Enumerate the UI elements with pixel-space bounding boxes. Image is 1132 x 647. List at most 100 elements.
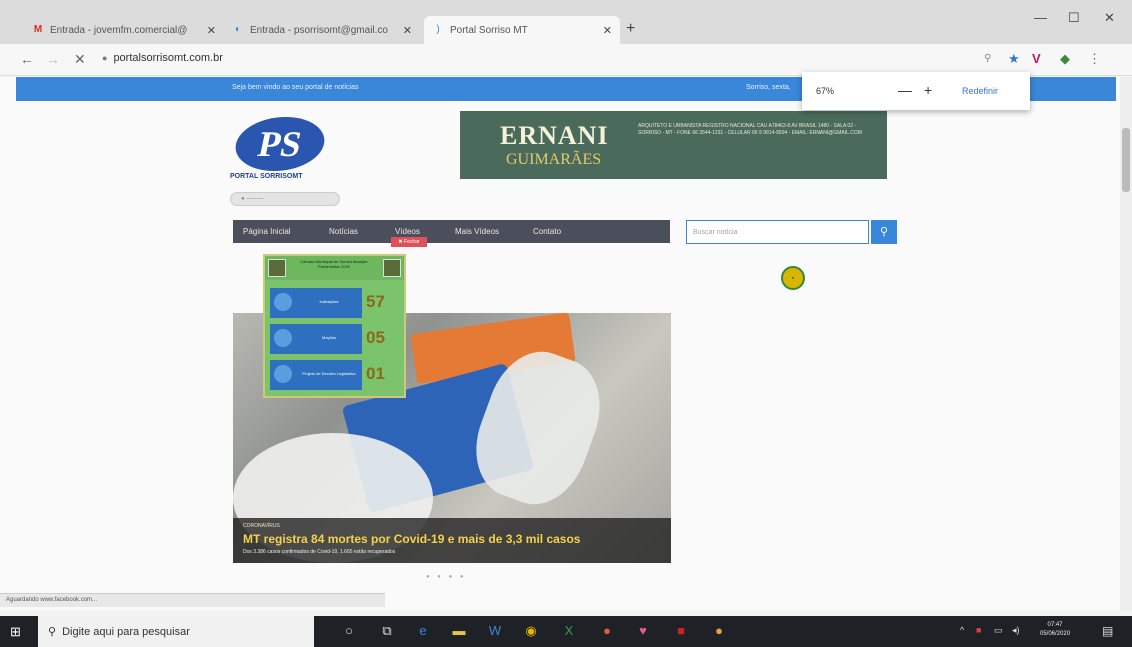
close-widget-label: Fechar: [404, 239, 420, 245]
seal-badge-icon[interactable]: ●: [781, 266, 805, 290]
widget-row-label: Moções: [321, 335, 336, 340]
feature-headline[interactable]: MT registra 84 mortes por Covid-19 e mai…: [243, 532, 580, 546]
widget-row-label-box: Indicações: [270, 288, 362, 318]
widget-row: Moções 05: [270, 324, 398, 354]
app-icon[interactable]: ●: [710, 623, 728, 638]
nav-more-videos[interactable]: Mais Vídeos: [455, 227, 499, 236]
web-page: Seja bem vindo ao seu portal de notícias…: [0, 77, 1120, 610]
logo-name: PORTAL SORRISOMT: [230, 173, 303, 180]
site-logo[interactable]: PS PORTAL SORRISOMT: [230, 117, 330, 185]
council-widget[interactable]: Câmara Municipal de Sorriso Atuação Parl…: [263, 254, 406, 398]
feature-caption[interactable]: CORONAVÍRUS MT registra 84 mortes por Co…: [233, 518, 671, 563]
widget-header: Câmara Municipal de Sorriso Atuação Parl…: [265, 256, 404, 280]
maximize-icon[interactable]: ☐: [1068, 10, 1080, 26]
extension-icon[interactable]: ◆: [1060, 51, 1070, 67]
close-widget-button[interactable]: ✖ Fechar: [391, 237, 427, 247]
status-bar: Aguardando www.facebook.com...: [0, 593, 385, 607]
zoom-magnifier-icon[interactable]: ⚲: [984, 53, 991, 64]
carousel-dots[interactable]: ● ● ● ●: [426, 574, 467, 580]
file-explorer-icon[interactable]: ▬: [450, 623, 468, 638]
motion-icon: [274, 329, 292, 347]
date-text: Sorriso, sexta,: [746, 84, 791, 91]
close-tab-icon[interactable]: ✕: [603, 24, 612, 37]
widget-row-value: 01: [366, 364, 385, 383]
tab-portal-sorriso[interactable]: ) Portal Sorriso MT ✕: [424, 16, 620, 44]
search-button[interactable]: ⚲: [871, 220, 897, 244]
gmail-icon: M: [33, 24, 43, 35]
chrome-icon: ◐: [234, 24, 242, 35]
widget-row-label: Projeto de Decreto Legislativo: [302, 371, 356, 376]
app-icon[interactable]: ●: [598, 623, 616, 638]
network-icon[interactable]: ▭: [994, 625, 1003, 636]
nav-contact[interactable]: Contato: [533, 227, 561, 236]
tab-label: Entrada - jovemfm.comercial@: [50, 24, 188, 36]
nav-videos[interactable]: Vídeos: [395, 227, 420, 236]
tray-chevron-icon[interactable]: ^: [960, 625, 964, 635]
taskbar-search-placeholder: Digite aqui para pesquisar: [62, 626, 190, 638]
zoom-popup: 67% — + Redefinir: [802, 72, 1030, 110]
cortana-icon[interactable]: ○: [340, 623, 358, 638]
search-icon: ⚲: [48, 626, 57, 638]
document-icon: [274, 365, 292, 383]
widget-row-value: 57: [366, 292, 385, 311]
welcome-text: Seja bem vindo ao seu portal de notícias: [232, 84, 359, 91]
window-close-icon[interactable]: ✕: [1104, 10, 1115, 26]
widget-row: Indicações 57: [270, 288, 398, 318]
feature-category: CORONAVÍRUS: [243, 523, 280, 529]
tab-gmail-2[interactable]: ◐ Entrada - psorrisomt@gmail.co ✕: [224, 16, 420, 44]
ad-details: ARQUITETO E URBANISTA REGISTRO NACIONAL …: [638, 123, 862, 136]
language-selector[interactable]: ● ────: [230, 192, 340, 206]
tab-gmail-1[interactable]: M Entrada - jovemfm.comercial@ ✕: [24, 16, 224, 44]
lock-icon: ●: [102, 53, 108, 63]
taskbar-search-input[interactable]: ⚲ Digite aqui para pesquisar: [38, 616, 314, 647]
bookmark-star-icon[interactable]: ★: [1008, 51, 1020, 67]
zoom-reset-button[interactable]: Redefinir: [962, 86, 998, 96]
hand-icon: [274, 293, 292, 311]
clock-date: 05/06/2020: [1040, 631, 1071, 637]
notification-icon[interactable]: ▤: [1102, 624, 1113, 638]
widget-row: Projeto de Decreto Legislativo 01: [270, 360, 398, 390]
widget-row-label-box: Projeto de Decreto Legislativo: [270, 360, 362, 390]
ad-banner[interactable]: ERNANI GUIMARÃES ARQUITETO E URBANISTA R…: [460, 111, 887, 179]
avatar: [383, 259, 401, 277]
forward-icon[interactable]: →: [46, 51, 60, 67]
zoom-out-button[interactable]: —: [898, 82, 912, 98]
windows-start-icon[interactable]: ⊞: [10, 624, 21, 640]
tray-app-icon[interactable]: ■: [976, 625, 981, 635]
system-clock[interactable]: 07:47 05/06/2020: [1040, 621, 1070, 639]
url-text: portalsorrisomt.com.br: [113, 52, 223, 64]
zoom-level: 67%: [816, 86, 835, 96]
volume-icon[interactable]: ◂): [1012, 625, 1020, 636]
widget-title: Câmara Municipal de Sorriso Atuação Parl…: [300, 259, 368, 269]
feature-subtitle: Dos 3.386 casos confirmados de Covid-19,…: [243, 549, 396, 555]
stop-loading-icon[interactable]: ✕: [74, 51, 86, 68]
back-icon[interactable]: ←: [20, 51, 34, 67]
extension-vh-icon[interactable]: V: [1032, 51, 1041, 66]
ad-title: ERNANI: [500, 121, 609, 150]
zoom-in-button[interactable]: +: [924, 82, 932, 98]
menu-kebab-icon[interactable]: ⋮: [1088, 51, 1101, 67]
nav-news[interactable]: Notícias: [329, 227, 358, 236]
nav-home[interactable]: Página Inicial: [243, 227, 291, 236]
loading-icon: ): [436, 24, 440, 35]
widget-row-value: 05: [366, 328, 385, 347]
excel-icon[interactable]: X: [560, 623, 578, 638]
tab-label: Entrada - psorrisomt@gmail.co: [250, 24, 388, 36]
browser-tab-strip: M Entrada - jovemfm.comercial@ ✕ ◐ Entra…: [0, 0, 1132, 44]
widget-row-label: Indicações: [319, 299, 339, 304]
minimize-icon[interactable]: —: [1034, 10, 1047, 25]
new-tab-button[interactable]: +: [626, 20, 635, 38]
url-field[interactable]: ● portalsorrisomt.com.br: [102, 52, 223, 64]
clock-time: 07:47: [1047, 622, 1063, 628]
app-icon[interactable]: ■: [672, 623, 690, 638]
close-tab-icon[interactable]: ✕: [403, 24, 412, 37]
edge-icon[interactable]: e: [414, 623, 432, 638]
word-icon[interactable]: W: [486, 623, 504, 638]
close-tab-icon[interactable]: ✕: [207, 24, 216, 37]
app-icon[interactable]: ♥: [634, 623, 652, 638]
logo-mark: PS: [230, 117, 330, 171]
chrome-taskbar-icon[interactable]: ◉: [522, 623, 540, 639]
task-view-icon[interactable]: ⧉: [378, 623, 396, 639]
search-input[interactable]: Buscar notícia: [686, 220, 869, 244]
scrollbar-thumb[interactable]: [1122, 128, 1130, 192]
